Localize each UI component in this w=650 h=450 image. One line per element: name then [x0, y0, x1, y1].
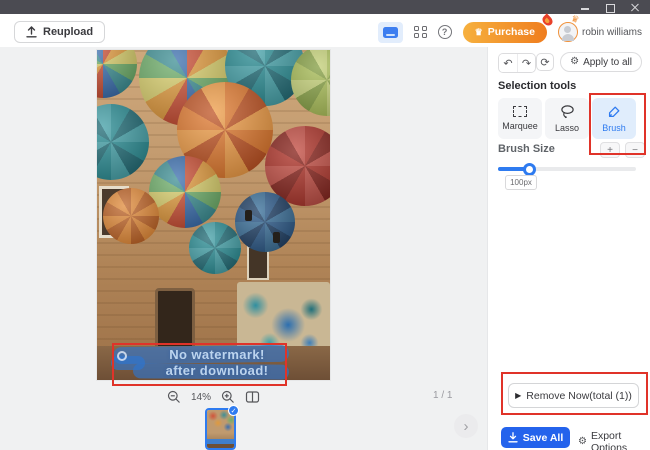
- tool-lasso[interactable]: Lasso: [545, 98, 589, 139]
- download-icon: [508, 432, 518, 443]
- history-buttons: ↶ ↷: [498, 53, 536, 73]
- tool-marquee[interactable]: Marquee: [498, 98, 542, 139]
- sidebar: ↶ ↷ ⟳ ⚙ Apply to all Selection tools Mar…: [487, 47, 650, 450]
- maximize-button[interactable]: [605, 2, 615, 12]
- save-all-button[interactable]: Save All: [501, 427, 570, 448]
- thumbnail-check-badge: ✓: [228, 405, 239, 416]
- lantern: [273, 232, 280, 243]
- monitor-icon: [383, 27, 398, 38]
- page-indicator: 1 / 1: [433, 390, 452, 401]
- apply-to-all-button[interactable]: ⚙ Apply to all: [560, 52, 642, 72]
- purchase-label: Purchase: [488, 26, 535, 38]
- brush-size-label: Brush Size: [498, 143, 555, 155]
- thumbnail-image: [207, 410, 234, 448]
- editor-canvas-area: No watermark! after download! 14% 1 / 1 …: [0, 47, 487, 450]
- flame-badge-icon: [540, 13, 554, 27]
- gear-icon: ⚙: [570, 57, 579, 67]
- umbrella: [189, 222, 241, 274]
- avatar-crown-icon: ♛: [569, 13, 580, 26]
- next-page-button[interactable]: ›: [454, 414, 478, 438]
- image-thumbnail[interactable]: ✓: [205, 408, 236, 450]
- export-options-label: Export Options: [591, 430, 650, 450]
- selection-tools-title: Selection tools: [498, 80, 576, 92]
- upload-icon: [26, 26, 37, 38]
- window-controls: [580, 0, 640, 14]
- slider-thumb[interactable]: [523, 163, 536, 176]
- annotation-box-remove-now: [501, 372, 648, 415]
- zoom-level: 14%: [191, 392, 211, 403]
- reupload-button[interactable]: Reupload: [14, 21, 105, 43]
- app-window: Reupload ? ♛ Purchase ♛ robin williams: [0, 0, 650, 450]
- help-glyph: ?: [442, 27, 448, 37]
- titlebar: [0, 0, 650, 14]
- annotation-box-brush: [589, 93, 646, 155]
- crown-icon: ♛: [475, 28, 483, 37]
- toolbar: Reupload ? ♛ Purchase ♛ robin williams: [0, 14, 650, 47]
- undo-button[interactable]: ↶: [499, 54, 517, 72]
- marquee-label: Marquee: [502, 121, 538, 131]
- undo-icon: ↶: [503, 57, 512, 70]
- zoom-out-icon[interactable]: [167, 390, 181, 404]
- refresh-button[interactable]: ⟳: [536, 53, 554, 71]
- reupload-label: Reupload: [43, 26, 93, 38]
- grid-view-icon[interactable]: [414, 26, 427, 39]
- brush-size-value: 100px: [505, 175, 537, 190]
- lasso-label: Lasso: [555, 123, 579, 133]
- zoom-in-icon[interactable]: [221, 390, 235, 404]
- redo-button[interactable]: ↷: [517, 54, 535, 72]
- compare-view-icon[interactable]: [245, 390, 260, 404]
- apply-to-all-label: Apply to all: [583, 57, 632, 68]
- export-options-button[interactable]: ⚙ Export Options: [578, 430, 650, 450]
- brush-size-slider[interactable]: [498, 162, 636, 175]
- umbrella: [235, 192, 295, 252]
- annotation-box-watermark: [112, 343, 287, 386]
- help-icon[interactable]: ?: [438, 25, 452, 39]
- gear-icon: ⚙: [578, 437, 587, 447]
- umbrella: [103, 188, 159, 244]
- refresh-icon: ⟳: [540, 56, 549, 69]
- purchase-button[interactable]: ♛ Purchase: [463, 22, 547, 43]
- lantern: [245, 210, 252, 221]
- avatar: ♛: [558, 22, 578, 42]
- close-button[interactable]: [630, 2, 640, 12]
- redo-icon: ↷: [522, 57, 531, 70]
- save-all-label: Save All: [523, 432, 563, 444]
- user-name: robin williams: [582, 27, 642, 38]
- photo-canvas[interactable]: No watermark! after download!: [97, 50, 330, 380]
- lasso-icon: [560, 104, 575, 119]
- marquee-icon: [513, 106, 527, 117]
- monitor-view-button[interactable]: [378, 22, 403, 43]
- umbrella: [149, 156, 221, 228]
- zoom-controls: 14%: [97, 390, 330, 404]
- minimize-button[interactable]: [580, 2, 590, 12]
- check-icon: ✓: [231, 407, 237, 415]
- chevron-right-icon: ›: [464, 418, 469, 435]
- user-account[interactable]: ♛ robin williams: [558, 22, 642, 42]
